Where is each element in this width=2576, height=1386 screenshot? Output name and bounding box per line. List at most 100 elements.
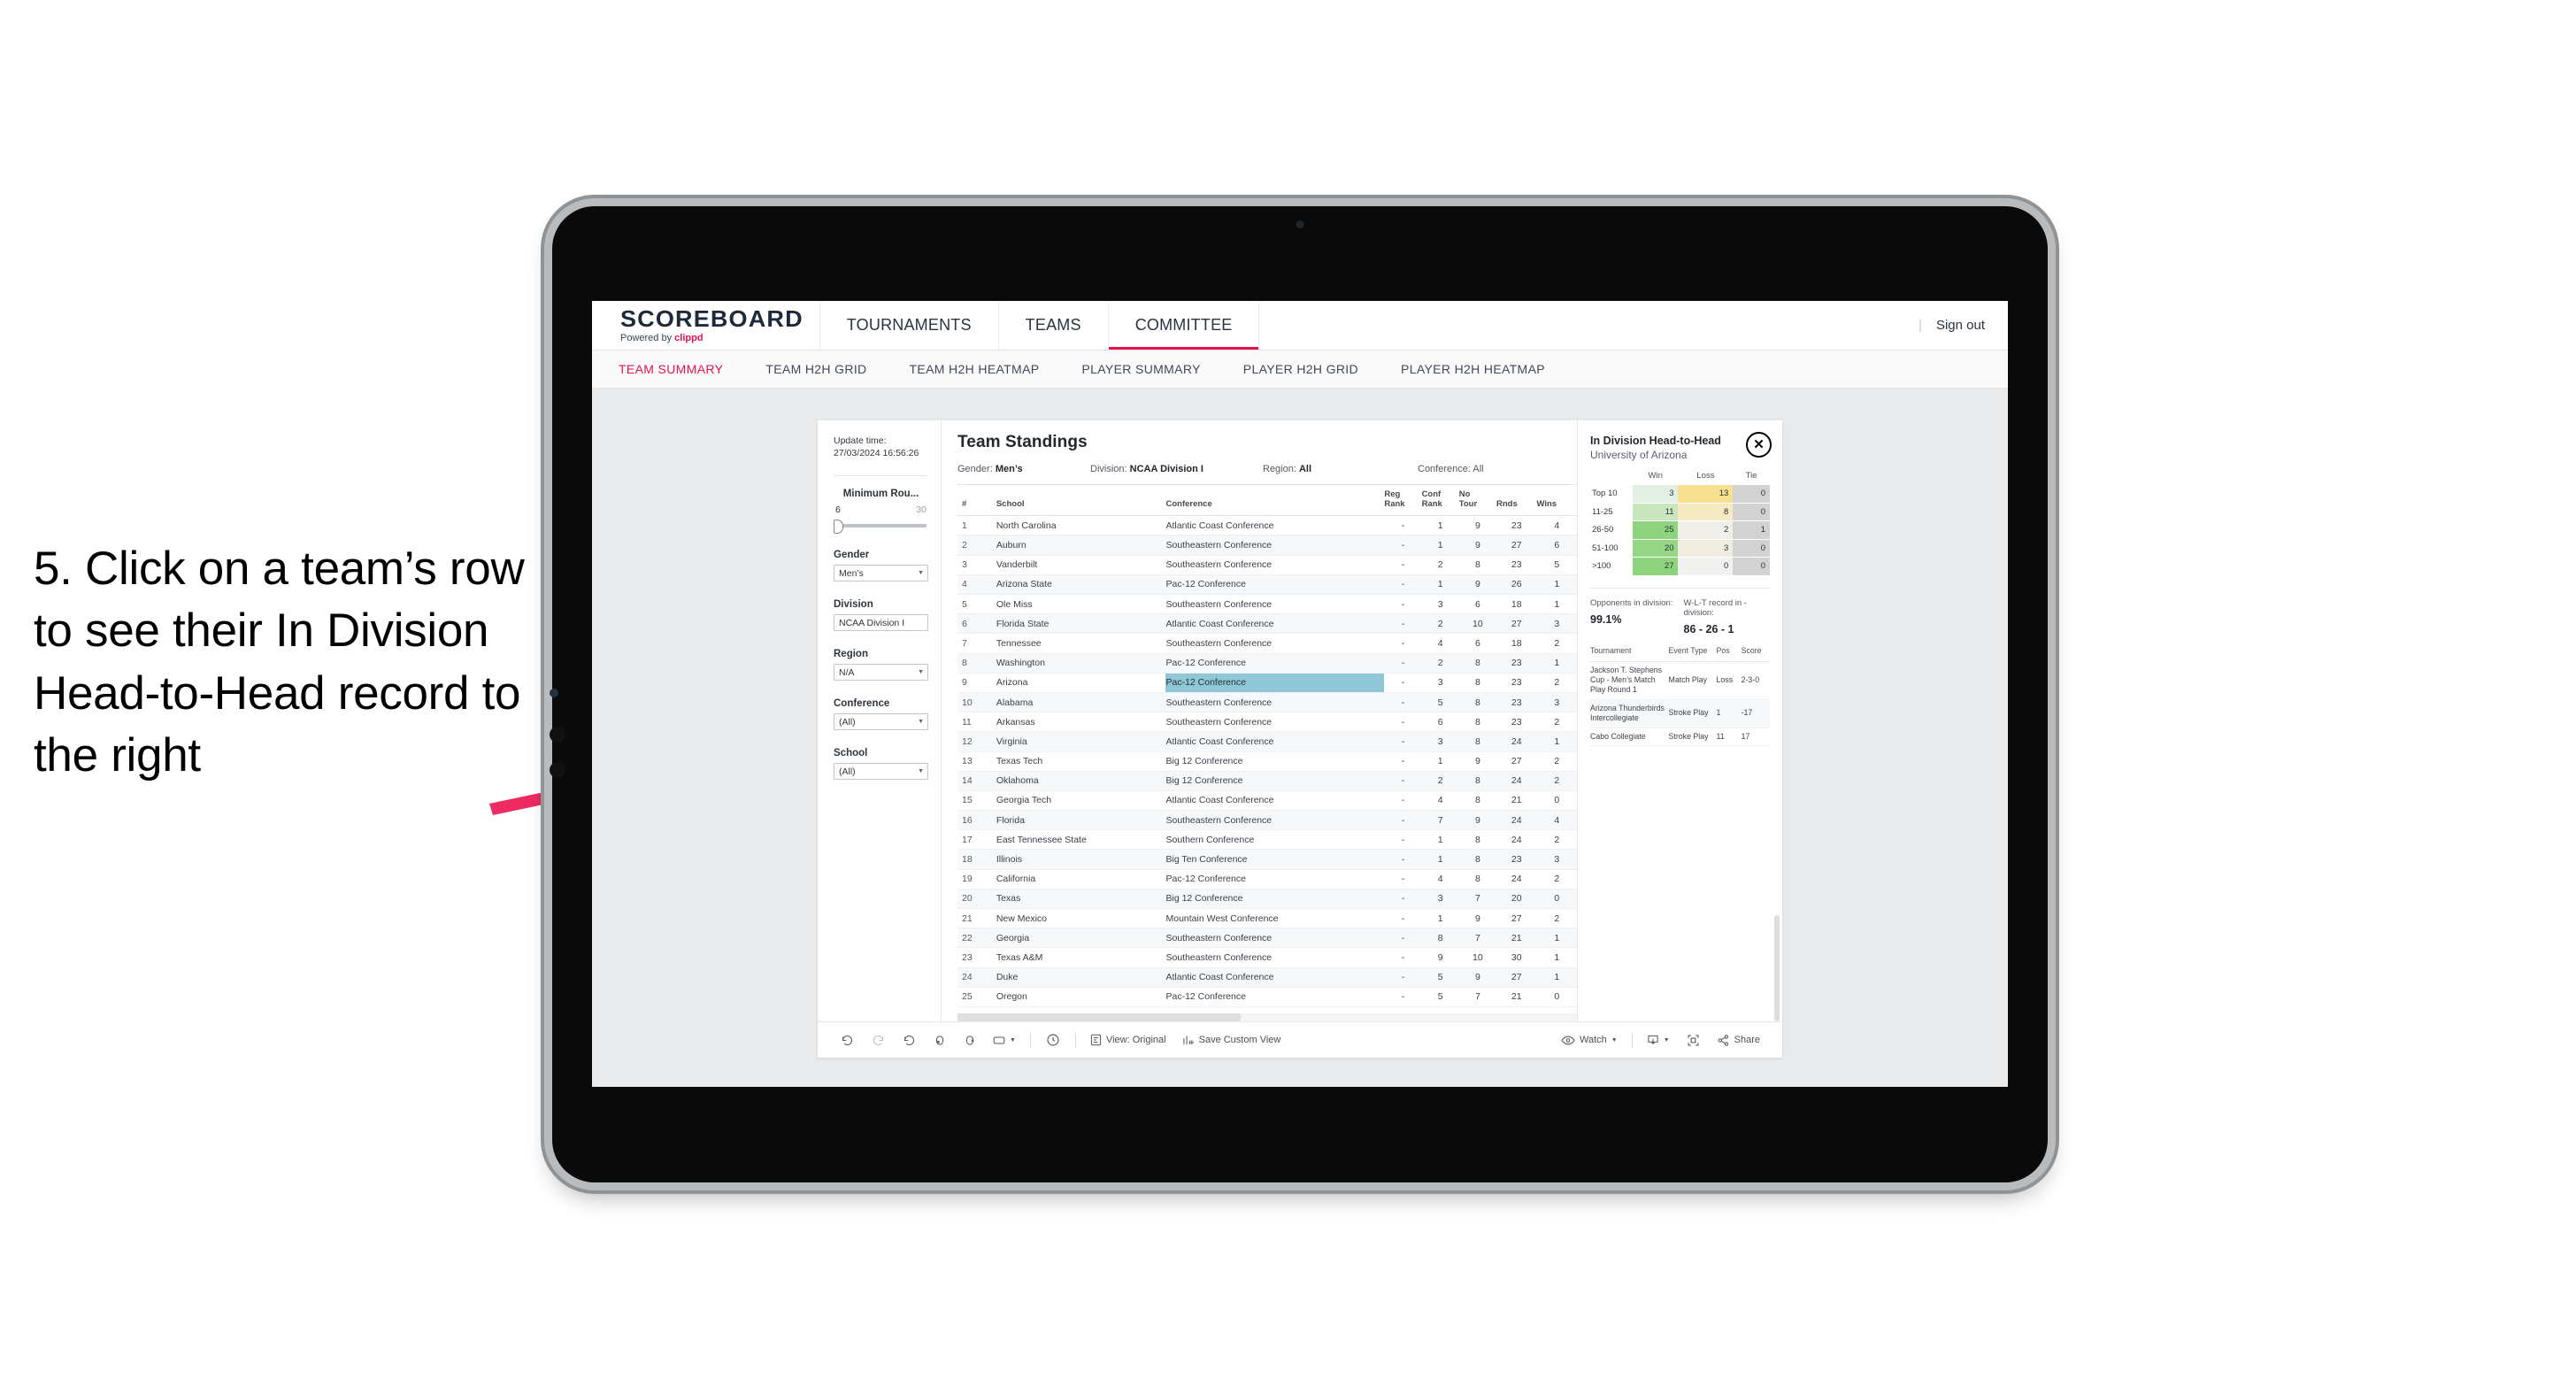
school-select[interactable]: (All) ▼ [834,763,928,781]
cell-rank: 6 [957,613,996,635]
cell-rank: 20 [957,889,996,910]
share-button[interactable]: Share [1709,1034,1768,1047]
table-row[interactable]: 2 Auburn Southeastern Conference -1 9 27 6 [957,535,1577,556]
col-no-tour[interactable]: No Tour [1458,485,1496,517]
fullscreen-icon [1688,1035,1699,1045]
sensor-dot [550,689,558,697]
col-conference[interactable]: Conference [1165,485,1385,517]
h2h-col-win: Win [1648,471,1663,481]
share-label: Share [1734,1035,1760,1045]
cell-conf-rank: 1 [1421,515,1459,536]
table-row[interactable]: 8 Washington Pac-12 Conference -2 8 23 1 [957,653,1577,674]
tab-player-h2h-grid[interactable]: PLAYER H2H GRID [1222,362,1380,376]
cell-school: Texas Tech [996,751,1166,772]
table-row[interactable]: 21 New Mexico Mountain West Conference -1 9 2… [957,908,1577,929]
tournament-row[interactable]: Arizona Thunderbirds Intercollegiate Stro… [1590,699,1770,728]
table-row[interactable]: 7 Tennessee Southeastern Conference -4 6 18 2 [957,633,1577,654]
table-row[interactable]: 25 Oregon Pac-12 Conference -5 7 21 0 [957,987,1577,1007]
table-row[interactable]: 12 Virginia Atlantic Coast Conference -3 8 24… [957,731,1577,752]
watch-button[interactable]: Watch ▼ [1553,1035,1626,1046]
tab-team-summary[interactable]: TEAM SUMMARY [619,362,744,376]
revert-button[interactable] [894,1034,925,1047]
table-row[interactable]: 18 Illinois Big Ten Conference -1 8 23 3 [957,849,1577,870]
horizontal-scrollbar-thumb[interactable] [957,1013,1241,1021]
h2h-win-cell: 27 [1633,557,1679,575]
sign-out-link[interactable]: Sign out [1936,318,1985,333]
cell-conference: Mountain West Conference [1165,908,1385,929]
table-row[interactable]: 14 Oklahoma Big 12 Conference -2 8 24 2 [957,771,1577,791]
region-select[interactable]: N/A ▼ [834,664,928,681]
table-row[interactable]: 9 Arizona Pac-12 Conference -3 8 23 2 [957,673,1577,693]
undo-button[interactable] [832,1034,863,1047]
table-row[interactable]: 13 Texas Tech Big 12 Conference -1 9 27 2 [957,751,1577,772]
table-row[interactable]: 5 Ole Miss Southeastern Conference -3 6 18 1 [957,594,1577,615]
table-row[interactable]: 15 Georgia Tech Atlantic Coast Conference -… [957,790,1577,812]
tab-team-h2h-grid[interactable]: TEAM H2H GRID [744,362,888,376]
cell-conf-rank: 1 [1421,849,1459,870]
opponents-value: 99.1% [1590,612,1622,626]
cell-conf-rank: 3 [1421,731,1459,752]
vertical-scrollbar-thumb[interactable] [1774,915,1780,1021]
cell-no-tour: 8 [1458,869,1496,889]
table-row[interactable]: 10 Alabama Southeastern Conference -5 8 23 3 [957,692,1577,713]
col-wins[interactable]: Wins [1536,485,1577,517]
cell-no-tour: 9 [1458,967,1496,988]
tournament-row[interactable]: Cabo Collegiate Stroke Play 11 17 [1590,728,1770,747]
table-row[interactable]: 17 East Tennessee State Southern Conferenc… [957,829,1577,851]
table-row[interactable]: 24 Duke Atlantic Coast Conference -5 9 27 1 [957,967,1577,988]
h2h-band-label: 51-100 [1592,543,1619,553]
col-rank[interactable]: # [957,485,996,517]
save-custom-view-label: Save Custom View [1198,1035,1281,1045]
close-icon[interactable]: ✕ [1746,432,1772,458]
tablet-screen: SCOREBOARD Powered by clippd TOURNAMENTS… [592,301,2008,1087]
cell-wins: 1 [1536,731,1577,752]
col-conf-rank[interactable]: Conf Rank [1421,485,1459,517]
tab-team-h2h-heatmap[interactable]: TEAM H2H HEATMAP [888,362,1061,376]
table-row[interactable]: 4 Arizona State Pac-12 Conference -1 9 26 1 [957,574,1577,596]
download-button[interactable]: ▼ [1639,1034,1678,1047]
toolbar-divider [1074,1032,1076,1048]
minimum-rounds-slider[interactable] [834,520,928,535]
tournament-row[interactable]: Jackson T. Stephens Cup - Men’s Match Pl… [1590,661,1770,700]
table-row[interactable]: 3 Vanderbilt Southeastern Conference -2 8 23 5 [957,555,1577,575]
nav-committee[interactable]: COMMITTEE [1108,301,1260,350]
view-original-button[interactable]: View: Original [1082,1034,1174,1046]
refresh-button[interactable] [925,1034,955,1047]
redo-button[interactable] [863,1034,894,1047]
standings-meta: Gender: Men’s Division: NCAA Division I … [957,464,1577,474]
slider-handle[interactable] [834,520,843,535]
minimum-rounds-label: Minimum Rou... [842,489,919,500]
table-row[interactable]: 20 Texas Big 12 Conference -3 7 20 0 [957,889,1577,910]
table-row[interactable]: 22 Georgia Southeastern Conference -8 7 21 1 [957,928,1577,949]
cell-rnds: 24 [1496,731,1537,752]
nav-tournaments[interactable]: TOURNAMENTS [820,301,999,350]
tab-player-h2h-heatmap[interactable]: PLAYER H2H HEATMAP [1380,362,1566,376]
table-row[interactable]: 11 Arkansas Southeastern Conference -6 8 23 2 [957,712,1577,733]
save-custom-view-button[interactable]: Save Custom View [1174,1034,1289,1046]
pause-button[interactable] [955,1034,985,1047]
timer-button[interactable] [1037,1033,1069,1047]
nav-teams[interactable]: TEAMS [999,301,1109,350]
fullscreen-button[interactable] [1678,1034,1709,1047]
col-rnds[interactable]: Rnds [1496,485,1537,517]
cell-conf-rank: 7 [1421,810,1459,831]
chevron-down-icon: ▼ [918,669,924,676]
col-reg-rank[interactable]: Reg Rank [1384,485,1422,517]
cell-rank: 18 [957,849,996,870]
conference-select[interactable]: (All) ▼ [834,713,928,731]
cell-school: Alabama [996,692,1166,713]
opponents-in-division-stat: Opponents in division: 99.1% [1590,598,1677,635]
table-row[interactable]: 19 California Pac-12 Conference -4 8 24 2 [957,869,1577,889]
gender-select[interactable]: Men’s ▼ [834,565,928,582]
device-layout-button[interactable]: ▼ [985,1036,1024,1045]
table-row[interactable]: 6 Florida State Atlantic Coast Conference -… [957,613,1577,635]
division-select[interactable]: NCAA Division I [834,614,928,632]
tab-player-summary[interactable]: PLAYER SUMMARY [1060,362,1221,376]
table-row[interactable]: 16 Florida Southeastern Conference -7 9 24 4 [957,810,1577,831]
col-school[interactable]: School [996,485,1166,517]
table-row[interactable]: 1 North Carolina Atlantic Coast Conference… [957,515,1577,536]
cell-conference: Atlantic Coast Conference [1165,790,1385,812]
table-row[interactable]: 23 Texas A&M Southeastern Conference -9 10 30… [957,947,1577,968]
cell-wins: 4 [1536,515,1577,536]
cell-conference: Big Ten Conference [1165,849,1385,870]
